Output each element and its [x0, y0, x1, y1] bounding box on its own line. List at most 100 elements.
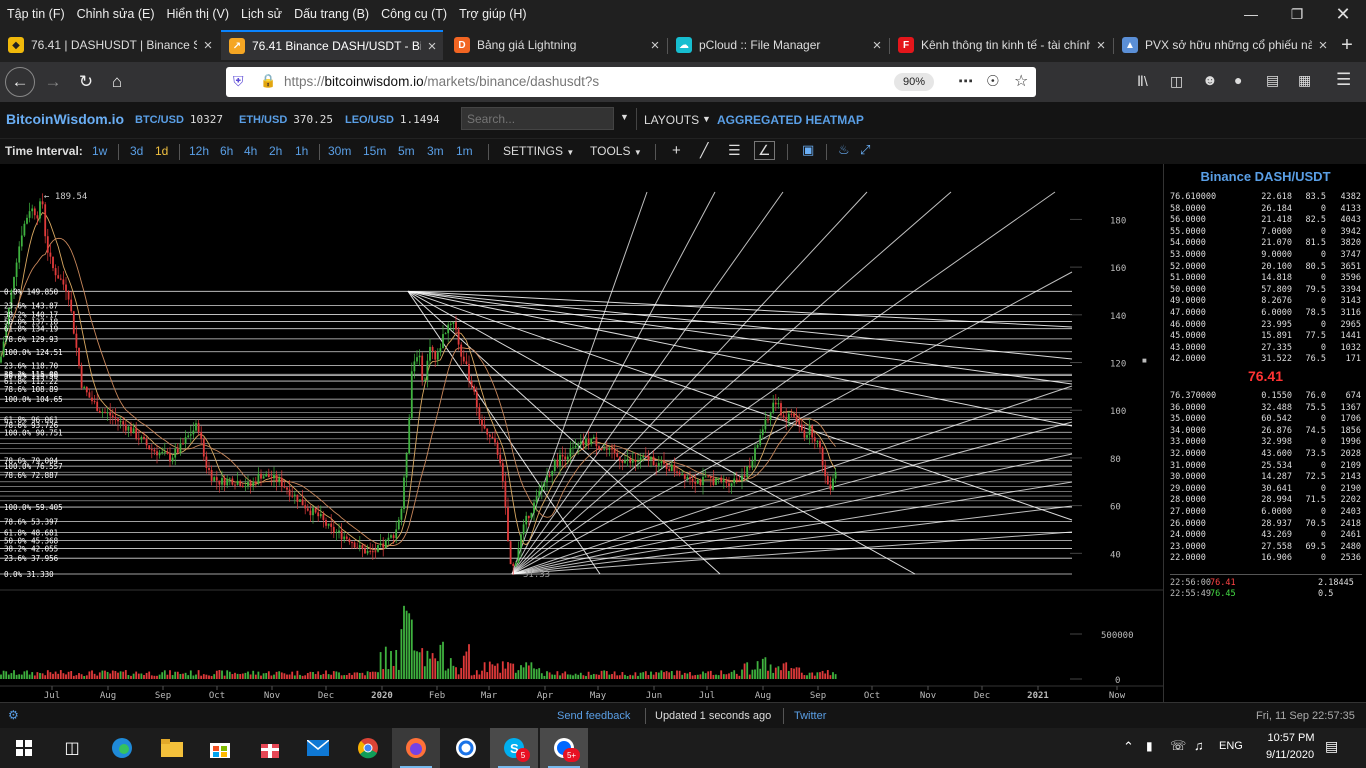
forward-icon[interactable]: →	[38, 67, 68, 97]
order-row[interactable]: 51.0000 14.818 0 3596	[1164, 273, 1366, 285]
chrome-icon[interactable]	[344, 728, 392, 768]
tab-binance[interactable]: ◆ 76.41 | DASHUSDT | Binance Spot ×	[0, 30, 219, 60]
interval-3m[interactable]: 3m	[427, 144, 444, 158]
zalo-icon[interactable]: 5+	[540, 728, 588, 768]
order-row[interactable]: 27.0000 6.0000 0 2403	[1164, 507, 1366, 519]
show-hidden-icons[interactable]: ⌃	[1123, 739, 1134, 755]
interval-5m[interactable]: 5m	[398, 144, 415, 158]
fullscreen-icon[interactable]: ⤢	[860, 142, 870, 158]
interval-1w[interactable]: 1w	[92, 144, 107, 158]
order-row[interactable]: 49.0000 8.2676 0 3143	[1164, 296, 1366, 308]
layouts-dropdown-icon[interactable]: ▼	[702, 114, 711, 124]
aggregated-heatmap-link[interactable]: AGGREGATED HEATMAP	[717, 113, 864, 127]
settings-menu[interactable]: SETTINGS ▼	[503, 144, 574, 158]
menu-tools[interactable]: Công cụ (T)	[375, 7, 453, 21]
zoom-level[interactable]: 90%	[894, 73, 934, 91]
library-icon[interactable]: Ⅱ\	[1137, 73, 1148, 90]
interval-6h[interactable]: 6h	[220, 144, 233, 158]
interval-1d[interactable]: 1d	[155, 144, 168, 158]
interval-1m[interactable]: 1m	[456, 144, 473, 158]
close-tab-icon[interactable]: ×	[1090, 37, 1112, 54]
interval-30m[interactable]: 30m	[328, 144, 351, 158]
order-row[interactable]: 45.0000 15.891 77.5 1441	[1164, 331, 1366, 343]
clock-date[interactable]: 9/11/2020	[1255, 749, 1325, 761]
menu-help[interactable]: Trợ giúp (H)	[453, 7, 532, 21]
close-tab-icon[interactable]: ×	[644, 37, 666, 54]
url-text[interactable]: https://bitcoinwisdom.io/markets/binance…	[284, 74, 599, 89]
maximize-icon[interactable]: ❐	[1274, 0, 1320, 28]
twitter-link[interactable]: Twitter	[794, 710, 826, 722]
order-row[interactable]: 76.370000 0.1550 76.0 674	[1164, 391, 1366, 403]
store-icon[interactable]	[196, 728, 244, 768]
order-row[interactable]: 76.610000 22.618 83.5 4382	[1164, 192, 1366, 204]
shield-icon[interactable]: ⛨	[233, 73, 244, 90]
horizontal-lines-icon[interactable]: ☰	[728, 142, 741, 159]
bookmark-star-icon[interactable]: ☆	[1014, 71, 1028, 91]
close-tab-icon[interactable]: ×	[197, 37, 219, 54]
ticker-eth[interactable]: ETH/USD 370.25	[239, 113, 333, 126]
order-row[interactable]: 30.0000 14.287 72.5 2143	[1164, 472, 1366, 484]
screenshot-icon[interactable]: ▦	[1298, 72, 1311, 89]
file-explorer-icon[interactable]	[148, 728, 196, 768]
gift-icon[interactable]	[246, 728, 294, 768]
menu-bookmarks[interactable]: Dấu trang (B)	[288, 7, 375, 21]
skype-icon[interactable]: S 5	[490, 728, 538, 768]
trendline-icon[interactable]: ╱	[700, 142, 708, 159]
order-row[interactable]: 43.0000 27.335 0 1032	[1164, 343, 1366, 355]
order-row[interactable]: 23.0000 27.558 69.5 2480	[1164, 542, 1366, 554]
extension-icon[interactable]: ●	[1234, 72, 1242, 88]
hamburger-menu-icon[interactable]: ☰	[1336, 70, 1351, 90]
more-actions-icon[interactable]: ⋯	[958, 72, 973, 90]
volume-icon[interactable]: ♫	[1194, 738, 1204, 753]
order-row[interactable]: 56.0000 21.418 82.5 4043	[1164, 215, 1366, 227]
url-bar[interactable]: ⛨ 🔒 https://bitcoinwisdom.io/markets/bin…	[226, 67, 1036, 97]
firefox-icon[interactable]	[392, 728, 440, 768]
order-row[interactable]: 36.0000 32.488 75.5 1367	[1164, 403, 1366, 415]
close-tab-icon[interactable]: ×	[866, 37, 888, 54]
order-row[interactable]: 54.0000 21.070 81.5 3820	[1164, 238, 1366, 250]
order-row[interactable]: 24.0000 43.269 0 2461	[1164, 530, 1366, 542]
order-row[interactable]: 47.0000 6.0000 78.5 3116	[1164, 308, 1366, 320]
language-indicator[interactable]: ENG	[1219, 740, 1243, 752]
order-row[interactable]: 33.0000 32.998 0 1996	[1164, 437, 1366, 449]
order-row[interactable]: 29.0000 30.641 0 2190	[1164, 484, 1366, 496]
site-logo[interactable]: BitcoinWisdom.io	[6, 111, 124, 127]
home-icon[interactable]: ⌂	[102, 67, 132, 97]
minimize-icon[interactable]: —	[1228, 0, 1274, 28]
close-window-icon[interactable]: ✕	[1320, 0, 1366, 28]
reader-icon[interactable]: ▤	[1266, 72, 1279, 89]
tab-pcloud[interactable]: ☁ pCloud :: File Manager ×	[668, 30, 888, 60]
order-row[interactable]: 46.0000 23.995 0 2965	[1164, 320, 1366, 332]
ccleaner-icon[interactable]	[442, 728, 490, 768]
alert-bell-icon[interactable]: ♨	[838, 142, 850, 158]
crosshair-icon[interactable]: +	[672, 142, 681, 159]
fib-fan-icon[interactable]: ∠	[754, 141, 775, 160]
interval-15m[interactable]: 15m	[363, 144, 386, 158]
pocket-icon[interactable]: ☉	[986, 72, 999, 90]
camera-icon[interactable]: ▣	[802, 142, 814, 158]
order-row[interactable]: 31.0000 25.534 0 2109	[1164, 461, 1366, 473]
new-tab-icon[interactable]: +	[1330, 30, 1364, 60]
order-row[interactable]: 34.0000 26.876 74.5 1856	[1164, 426, 1366, 438]
send-feedback-link[interactable]: Send feedback	[557, 710, 630, 722]
order-row[interactable]: 42.0000 31.522 76.5 171	[1164, 354, 1366, 366]
tab-pvx[interactable]: ▲ PVX sở hữu những cổ phiếu nào ×	[1114, 30, 1334, 60]
order-row[interactable]: 50.0000 57.809 79.5 3394	[1164, 285, 1366, 297]
search-dropdown-icon[interactable]: ▼	[620, 112, 629, 122]
notifications-icon[interactable]: ▤	[1325, 738, 1338, 755]
price-chart[interactable]: 0.0% 149.85023.6% 143.8738.2% 140.1750.0…	[0, 164, 1163, 702]
windows-start-icon[interactable]	[0, 728, 48, 768]
interval-3d[interactable]: 3d	[130, 144, 143, 158]
sidebar-icon[interactable]: ◫	[1170, 73, 1183, 90]
back-icon[interactable]: ←	[5, 67, 35, 97]
close-tab-icon[interactable]: ×	[421, 38, 443, 55]
ticker-leo[interactable]: LEO/USD 1.1494	[345, 113, 440, 126]
interval-4h[interactable]: 4h	[244, 144, 257, 158]
task-view-icon[interactable]: ◫	[48, 728, 96, 768]
menu-edit[interactable]: Chỉnh sửa (E)	[71, 7, 161, 21]
edge-icon[interactable]	[98, 728, 146, 768]
tab-bitcoinwisdom[interactable]: ↗ 76.41 Binance DASH/USDT - BitcoinWisdo…	[221, 30, 443, 60]
order-row[interactable]: 32.0000 43.600 73.5 2028	[1164, 449, 1366, 461]
tools-menu[interactable]: TOOLS ▼	[590, 144, 642, 158]
order-row[interactable]: 22.0000 16.906 0 2536	[1164, 553, 1366, 565]
